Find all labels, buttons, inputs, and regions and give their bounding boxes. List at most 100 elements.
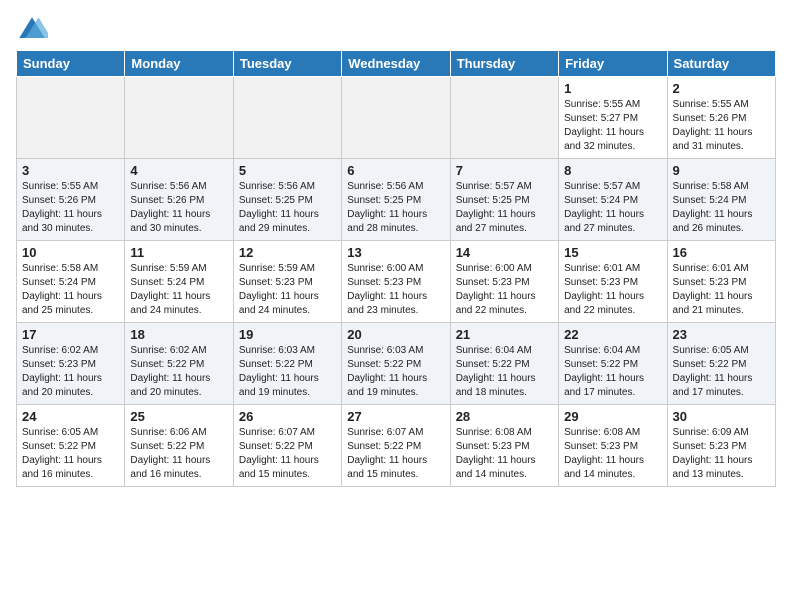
calendar-cell: 16 Sunrise: 6:01 AM Sunset: 5:23 PM Dayli…	[667, 241, 775, 323]
day-number: 11	[130, 245, 227, 260]
calendar-cell: 11 Sunrise: 5:59 AM Sunset: 5:24 PM Dayli…	[125, 241, 233, 323]
calendar-cell: 9Sunrise: 5:58 AM Sunset: 5:24 PM Daylig…	[667, 159, 775, 241]
day-info: Sunrise: 6:02 AM Sunset: 5:22 PM Dayligh…	[130, 344, 227, 400]
weekday-header: Thursday	[450, 51, 558, 77]
calendar-cell	[233, 77, 341, 159]
day-info: Sunrise: 6:04 AM Sunset: 5:22 PM Dayligh…	[564, 344, 661, 400]
calendar-week: 1 Sunrise: 5:55 AM Sunset: 5:27 PM Daylig…	[17, 77, 776, 159]
day-info: Sunrise: 5:55 AM Sunset: 5:26 PM Dayligh…	[22, 180, 119, 236]
day-info: Sunrise: 5:57 AM Sunset: 5:25 PM Dayligh…	[456, 180, 553, 236]
day-number: 6	[347, 163, 444, 178]
day-info: Sunrise: 5:56 AM Sunset: 5:26 PM Dayligh…	[130, 180, 227, 236]
day-number: 3	[22, 163, 119, 178]
day-number: 12	[239, 245, 336, 260]
calendar-cell: 21 Sunrise: 6:04 AM Sunset: 5:22 PM Dayli…	[450, 323, 558, 405]
day-number: 21	[456, 327, 553, 342]
calendar-cell: 24 Sunrise: 6:05 AM Sunset: 5:22 PM Dayli…	[17, 405, 125, 487]
day-info: Sunrise: 5:55 AM Sunset: 5:27 PM Dayligh…	[564, 98, 661, 154]
calendar-cell: 1 Sunrise: 5:55 AM Sunset: 5:27 PM Daylig…	[559, 77, 667, 159]
day-number: 24	[22, 409, 119, 424]
logo	[16, 14, 52, 46]
day-number: 16	[673, 245, 770, 260]
day-number: 4	[130, 163, 227, 178]
day-info: Sunrise: 6:09 AM Sunset: 5:23 PM Dayligh…	[673, 426, 770, 482]
day-info: Sunrise: 6:05 AM Sunset: 5:22 PM Dayligh…	[22, 426, 119, 482]
calendar-cell: 17 Sunrise: 6:02 AM Sunset: 5:23 PM Dayli…	[17, 323, 125, 405]
calendar-cell: 6 Sunrise: 5:56 AM Sunset: 5:25 PM Daylig…	[342, 159, 450, 241]
day-number: 15	[564, 245, 661, 260]
day-number: 25	[130, 409, 227, 424]
calendar-cell	[125, 77, 233, 159]
calendar-cell	[342, 77, 450, 159]
calendar-cell: 8 Sunrise: 5:57 AM Sunset: 5:24 PM Daylig…	[559, 159, 667, 241]
day-info: Sunrise: 6:07 AM Sunset: 5:22 PM Dayligh…	[239, 426, 336, 482]
weekday-header: Wednesday	[342, 51, 450, 77]
day-info: Sunrise: 5:57 AM Sunset: 5:24 PM Dayligh…	[564, 180, 661, 236]
calendar-cell: 25 Sunrise: 6:06 AM Sunset: 5:22 PM Dayli…	[125, 405, 233, 487]
calendar-cell: 20Sunrise: 6:03 AM Sunset: 5:22 PM Dayli…	[342, 323, 450, 405]
day-number: 19	[239, 327, 336, 342]
day-info: Sunrise: 6:00 AM Sunset: 5:23 PM Dayligh…	[347, 262, 444, 318]
page: SundayMondayTuesdayWednesdayThursdayFrid…	[0, 0, 792, 612]
day-info: Sunrise: 6:06 AM Sunset: 5:22 PM Dayligh…	[130, 426, 227, 482]
logo-icon	[16, 14, 48, 46]
day-info: Sunrise: 6:07 AM Sunset: 5:22 PM Dayligh…	[347, 426, 444, 482]
day-info: Sunrise: 6:08 AM Sunset: 5:23 PM Dayligh…	[456, 426, 553, 482]
day-number: 17	[22, 327, 119, 342]
calendar-cell: 13 Sunrise: 6:00 AM Sunset: 5:23 PM Dayli…	[342, 241, 450, 323]
calendar-week: 17 Sunrise: 6:02 AM Sunset: 5:23 PM Dayli…	[17, 323, 776, 405]
calendar-cell: 10Sunrise: 5:58 AM Sunset: 5:24 PM Dayli…	[17, 241, 125, 323]
day-number: 7	[456, 163, 553, 178]
day-info: Sunrise: 5:59 AM Sunset: 5:24 PM Dayligh…	[130, 262, 227, 318]
day-number: 13	[347, 245, 444, 260]
calendar-cell: 7 Sunrise: 5:57 AM Sunset: 5:25 PM Daylig…	[450, 159, 558, 241]
day-info: Sunrise: 6:01 AM Sunset: 5:23 PM Dayligh…	[673, 262, 770, 318]
calendar-cell: 28 Sunrise: 6:08 AM Sunset: 5:23 PM Dayli…	[450, 405, 558, 487]
calendar-week: 3 Sunrise: 5:55 AM Sunset: 5:26 PM Daylig…	[17, 159, 776, 241]
weekday-header: Saturday	[667, 51, 775, 77]
day-info: Sunrise: 5:59 AM Sunset: 5:23 PM Dayligh…	[239, 262, 336, 318]
day-number: 20	[347, 327, 444, 342]
day-info: Sunrise: 5:58 AM Sunset: 5:24 PM Dayligh…	[22, 262, 119, 318]
day-number: 30	[673, 409, 770, 424]
calendar-cell: 14Sunrise: 6:00 AM Sunset: 5:23 PM Dayli…	[450, 241, 558, 323]
day-number: 8	[564, 163, 661, 178]
calendar-cell	[17, 77, 125, 159]
day-info: Sunrise: 5:55 AM Sunset: 5:26 PM Dayligh…	[673, 98, 770, 154]
calendar-cell: 29 Sunrise: 6:08 AM Sunset: 5:23 PM Dayli…	[559, 405, 667, 487]
day-number: 5	[239, 163, 336, 178]
calendar-week: 10Sunrise: 5:58 AM Sunset: 5:24 PM Dayli…	[17, 241, 776, 323]
calendar-cell: 22 Sunrise: 6:04 AM Sunset: 5:22 PM Dayli…	[559, 323, 667, 405]
day-info: Sunrise: 5:58 AM Sunset: 5:24 PM Dayligh…	[673, 180, 770, 236]
day-number: 2	[673, 81, 770, 96]
day-number: 18	[130, 327, 227, 342]
day-number: 29	[564, 409, 661, 424]
calendar-cell: 4 Sunrise: 5:56 AM Sunset: 5:26 PM Daylig…	[125, 159, 233, 241]
day-number: 22	[564, 327, 661, 342]
day-number: 28	[456, 409, 553, 424]
day-info: Sunrise: 6:08 AM Sunset: 5:23 PM Dayligh…	[564, 426, 661, 482]
calendar-cell: 30 Sunrise: 6:09 AM Sunset: 5:23 PM Dayli…	[667, 405, 775, 487]
weekday-header: Monday	[125, 51, 233, 77]
calendar-cell: 26 Sunrise: 6:07 AM Sunset: 5:22 PM Dayli…	[233, 405, 341, 487]
calendar-cell: 5 Sunrise: 5:56 AM Sunset: 5:25 PM Daylig…	[233, 159, 341, 241]
day-info: Sunrise: 5:56 AM Sunset: 5:25 PM Dayligh…	[347, 180, 444, 236]
day-info: Sunrise: 6:02 AM Sunset: 5:23 PM Dayligh…	[22, 344, 119, 400]
weekday-header: Sunday	[17, 51, 125, 77]
day-number: 26	[239, 409, 336, 424]
day-number: 1	[564, 81, 661, 96]
calendar-cell: 2 Sunrise: 5:55 AM Sunset: 5:26 PM Daylig…	[667, 77, 775, 159]
header-row: SundayMondayTuesdayWednesdayThursdayFrid…	[17, 51, 776, 77]
calendar-cell: 19Sunrise: 6:03 AM Sunset: 5:22 PM Dayli…	[233, 323, 341, 405]
calendar-cell: 12 Sunrise: 5:59 AM Sunset: 5:23 PM Dayli…	[233, 241, 341, 323]
day-info: Sunrise: 6:04 AM Sunset: 5:22 PM Dayligh…	[456, 344, 553, 400]
calendar-cell: 27 Sunrise: 6:07 AM Sunset: 5:22 PM Dayli…	[342, 405, 450, 487]
calendar-week: 24 Sunrise: 6:05 AM Sunset: 5:22 PM Dayli…	[17, 405, 776, 487]
day-info: Sunrise: 6:05 AM Sunset: 5:22 PM Dayligh…	[673, 344, 770, 400]
calendar-cell: 18 Sunrise: 6:02 AM Sunset: 5:22 PM Dayli…	[125, 323, 233, 405]
calendar-cell: 23Sunrise: 6:05 AM Sunset: 5:22 PM Dayli…	[667, 323, 775, 405]
day-info: Sunrise: 6:01 AM Sunset: 5:23 PM Dayligh…	[564, 262, 661, 318]
day-info: Sunrise: 5:56 AM Sunset: 5:25 PM Dayligh…	[239, 180, 336, 236]
day-number: 27	[347, 409, 444, 424]
calendar-cell	[450, 77, 558, 159]
